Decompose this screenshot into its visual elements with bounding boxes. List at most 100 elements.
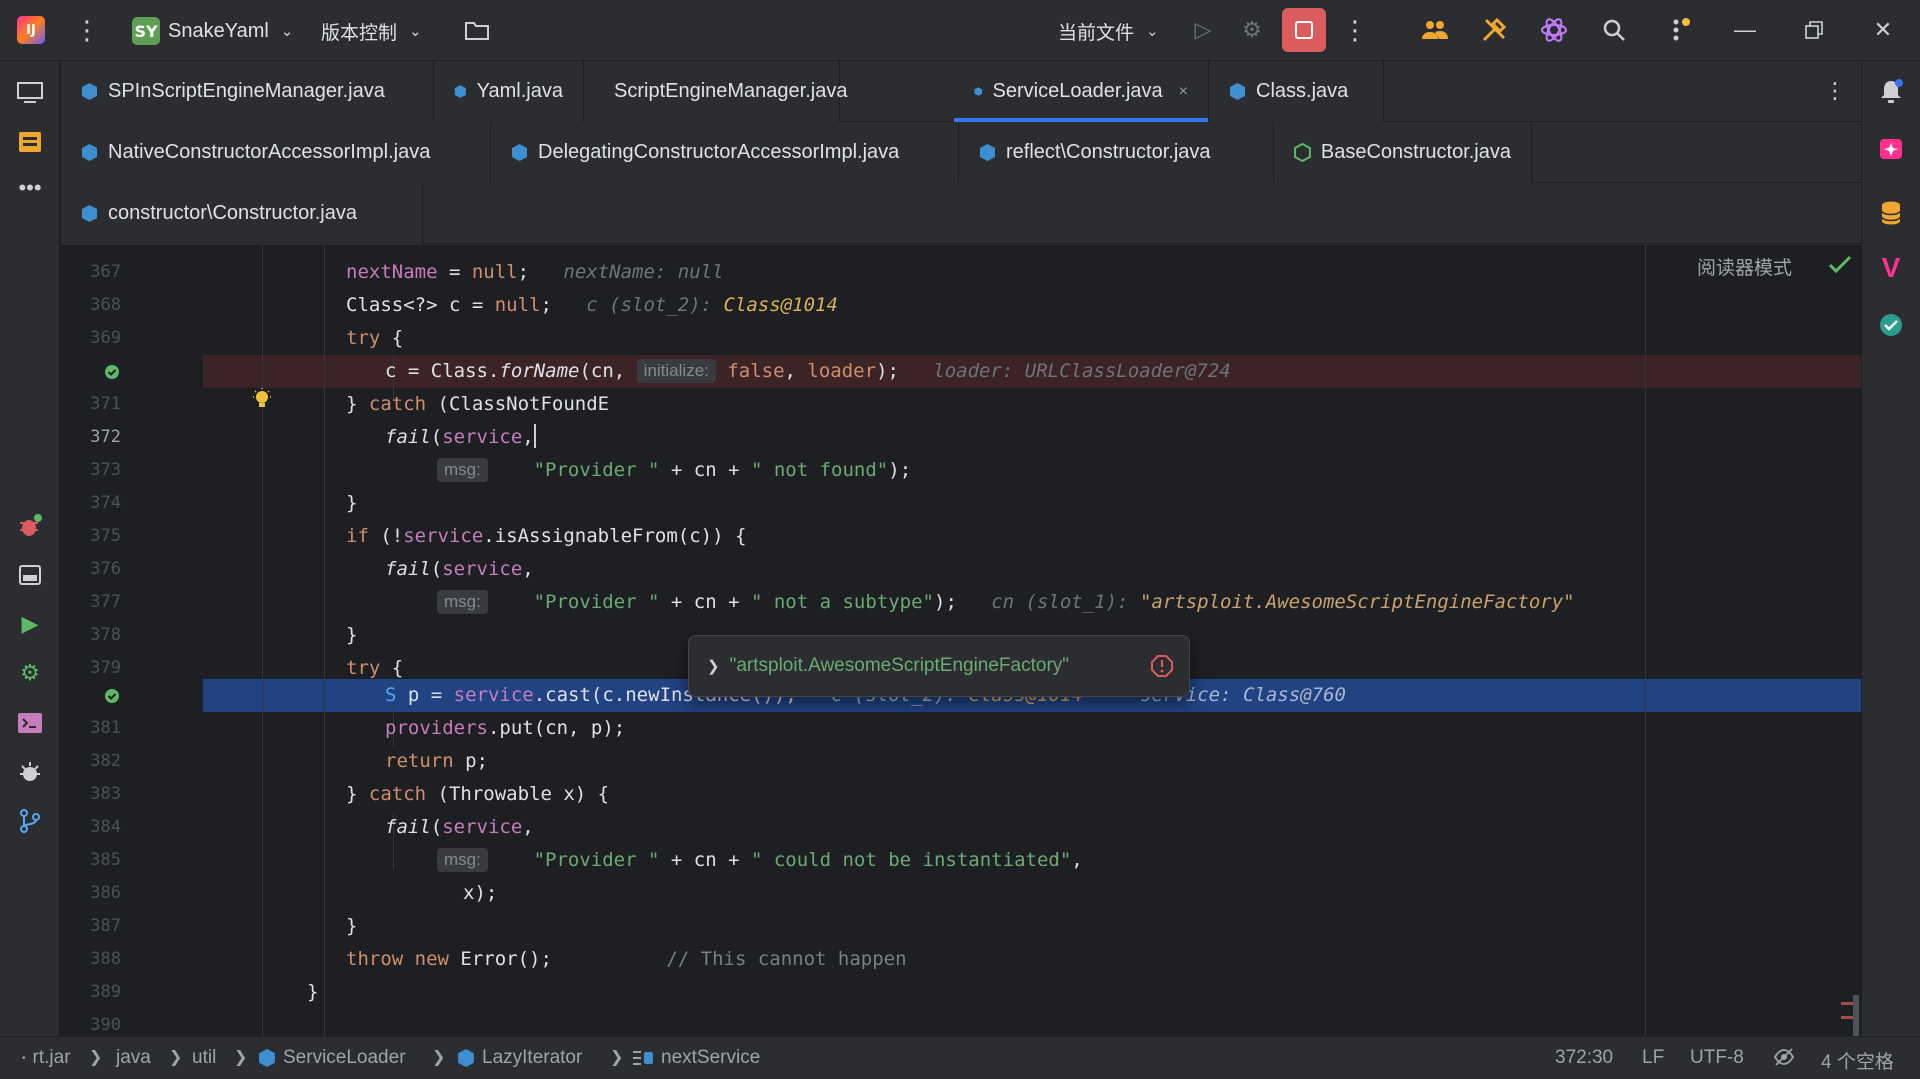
tab-options-icon[interactable]: ⋮ — [1820, 76, 1850, 106]
debug-value-popup[interactable]: ❯ "artsploit.AwesomeScriptEngineFactory" — [688, 635, 1190, 697]
services-tool-icon[interactable] — [13, 558, 47, 592]
inspection-ok-icon[interactable] — [1828, 255, 1852, 280]
breakpoint-verified-icon[interactable] — [101, 685, 123, 707]
code-editor[interactable]: 367 368 369 371 372 373 374 375 376 377 … — [61, 245, 1861, 1036]
code-line-374: } — [346, 492, 358, 514]
java-class-icon — [454, 85, 466, 98]
vue-plugin-icon[interactable]: V — [1874, 251, 1908, 285]
error-icon — [1151, 655, 1173, 683]
breadcrumb-util[interactable]: util — [192, 1047, 216, 1069]
java-class-icon — [458, 1049, 474, 1067]
close-window-icon[interactable]: ✕ — [1866, 12, 1900, 48]
tab-nativeconstructoraccessorimpl[interactable]: NativeConstructorAccessorImpl.java — [61, 122, 491, 183]
tab-row-1: SPInScriptEngineManager.java Yaml.java S… — [61, 61, 1861, 122]
lightbulb-intention-icon[interactable] — [251, 388, 273, 410]
left-tool-strip: ••• ▶ ⚙ — [0, 61, 60, 1036]
ai-assistant-icon[interactable] — [1537, 12, 1571, 48]
tab-serviceloader[interactable]: ServiceLoader.java × — [954, 61, 1209, 122]
line-number: 388 — [90, 949, 121, 969]
code-with-me-icon[interactable] — [1418, 12, 1452, 48]
problems-tool-icon[interactable] — [13, 755, 47, 789]
tab-label: reflect\Constructor.java — [1006, 141, 1211, 163]
breadcrumb-lazyiterator[interactable]: LazyIterator — [457, 1047, 582, 1069]
restore-icon[interactable] — [1797, 12, 1831, 48]
java-class-icon — [1230, 83, 1245, 100]
run-tool-icon[interactable]: ▶ — [13, 607, 47, 641]
indent-setting[interactable]: 4 个空格 — [1821, 1047, 1894, 1074]
code-line-373: msg: "Provider " + cn + " not found"); — [437, 454, 911, 487]
tab-label: NativeConstructorAccessorImpl.java — [108, 141, 431, 163]
tab-yaml[interactable]: Yaml.java — [434, 61, 584, 122]
chevron-down-icon: ⌄ — [1146, 23, 1159, 40]
stop-button[interactable] — [1282, 8, 1326, 52]
line-number: 386 — [90, 883, 121, 903]
java-class-icon — [259, 1049, 275, 1067]
search-icon[interactable] — [1597, 12, 1631, 48]
debug-tool-icon[interactable] — [13, 509, 47, 543]
main-menu-icon[interactable]: ⋮ — [72, 12, 102, 48]
method-icon — [633, 1051, 653, 1065]
git-tool-icon[interactable] — [13, 804, 47, 838]
code-line-368: Class<?> c = null; c (slot_2): Class@101… — [346, 294, 838, 316]
tab-label: SPInScriptEngineManager.java — [108, 80, 385, 102]
breadcrumb-java[interactable]: java — [116, 1047, 151, 1069]
line-number: 367 — [90, 262, 121, 282]
breadcrumb-serviceloader[interactable]: ServiceLoader — [258, 1047, 406, 1069]
code-review-icon[interactable] — [1874, 308, 1908, 342]
project-selector[interactable]: SY SnakeYaml ⌄ — [132, 15, 293, 47]
tab-scriptenginemanager[interactable]: ScriptEngineManager.java — [584, 61, 847, 122]
database-icon[interactable] — [1874, 196, 1908, 230]
tab-delegatingconstructoraccessorimpl[interactable]: DelegatingConstructorAccessorImpl.java — [491, 122, 959, 183]
ai-chat-icon[interactable] — [1874, 133, 1908, 167]
project-badge: SY — [132, 17, 160, 45]
settings-tool-icon[interactable]: ⚙ — [13, 656, 47, 690]
line-number: 379 — [90, 658, 121, 678]
vcs-menu[interactable]: 版本控制 ⌄ — [321, 15, 422, 47]
more-tools-icon[interactable]: ••• — [13, 171, 47, 205]
caret-position[interactable]: 372:30 — [1555, 1047, 1613, 1069]
editor-tabs: SPInScriptEngineManager.java Yaml.java S… — [61, 61, 1861, 245]
indent-guide — [324, 245, 325, 1036]
popup-value: "artsploit.AwesomeScriptEngineFactory" — [729, 655, 1070, 676]
breakpoint-verified-icon[interactable] — [101, 361, 123, 383]
code-line-385: msg: "Provider " + cn + " could not be i… — [437, 844, 1083, 877]
line-number: 378 — [90, 625, 121, 645]
file-encoding[interactable]: UTF-8 — [1690, 1047, 1744, 1069]
debug-icon[interactable]: ⚙ — [1237, 12, 1267, 48]
abstract-class-icon — [1294, 143, 1311, 162]
run-icon[interactable]: ▷ — [1188, 12, 1218, 48]
breadcrumb-rt-jar[interactable]: • rt.jar — [22, 1047, 71, 1069]
tab-baseconstructor[interactable]: BaseConstructor.java — [1274, 122, 1532, 183]
notifications-icon[interactable] — [1874, 75, 1908, 109]
chevron-right-icon: ❯ — [169, 1049, 183, 1066]
tab-constructor-constructor[interactable]: constructor\Constructor.java — [61, 183, 423, 244]
expand-chevron-icon[interactable]: ❯ — [707, 657, 720, 675]
structure-tool-icon[interactable] — [13, 125, 47, 159]
line-separator[interactable]: LF — [1642, 1047, 1664, 1069]
line-number: 374 — [90, 493, 121, 513]
read-only-toggle-icon[interactable] — [1773, 1047, 1795, 1073]
project-tool-icon[interactable] — [13, 75, 47, 109]
reader-mode-toggle[interactable]: 阅读器模式 — [1697, 253, 1792, 280]
vcs-label: 版本控制 — [321, 22, 398, 44]
more-actions-icon[interactable]: ⋮ — [1340, 12, 1370, 48]
status-bar: • rt.jar ❯ java ❯ util ❯ ServiceLoader ❯ … — [0, 1036, 1920, 1079]
terminal-tool-icon[interactable] — [13, 706, 47, 740]
run-configuration-selector[interactable]: 当前文件 ⌄ — [1058, 15, 1159, 47]
minimize-icon[interactable]: — — [1728, 12, 1762, 48]
updates-icon[interactable] — [1663, 12, 1697, 48]
close-icon[interactable]: × — [1179, 83, 1188, 101]
tab-spinscriptenginemanager[interactable]: SPInScriptEngineManager.java — [61, 61, 434, 122]
ide-logo-icon[interactable]: IJ — [14, 12, 48, 48]
tab-reflect-constructor[interactable]: reflect\Constructor.java — [959, 122, 1274, 183]
scrollbar-markers[interactable] — [1841, 990, 1859, 1036]
title-bar: IJ ⋮ SY SnakeYaml ⌄ 版本控制 ⌄ 当前文件 ⌄ ▷ ⚙ ⋮ … — [0, 0, 1920, 61]
right-margin-guide — [1645, 245, 1646, 1036]
build-tools-icon[interactable] — [1477, 12, 1511, 48]
code-line-367: nextName = null; nextName: null — [346, 261, 724, 283]
folder-icon[interactable] — [462, 12, 492, 48]
tab-class[interactable]: Class.java — [1209, 61, 1384, 122]
breadcrumb-nextservice[interactable]: nextService — [632, 1047, 760, 1069]
tab-label: BaseConstructor.java — [1320, 141, 1511, 163]
line-number: 385 — [90, 850, 121, 870]
